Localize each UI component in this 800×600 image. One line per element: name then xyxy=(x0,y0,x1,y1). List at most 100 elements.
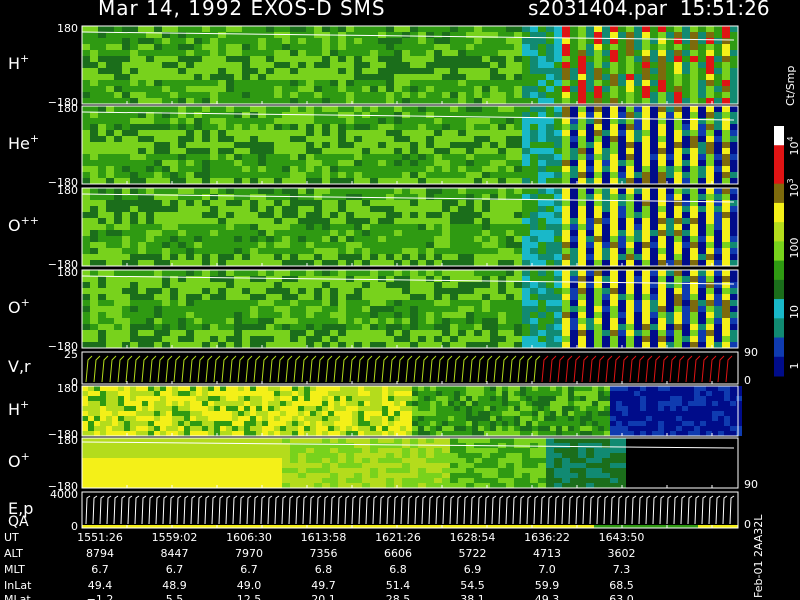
spectrogram-cell xyxy=(258,206,266,212)
spectrogram-cell xyxy=(412,396,418,401)
spectrogram-cell xyxy=(410,254,418,260)
spectrogram-cell xyxy=(434,288,442,294)
spectrogram-cell xyxy=(506,106,514,112)
spectrogram-cell xyxy=(274,172,282,178)
spectrogram-cell xyxy=(226,160,234,166)
spectrogram-cell xyxy=(674,98,682,104)
spectrogram-cell xyxy=(610,330,618,336)
spectrogram-cell xyxy=(402,276,410,282)
spectrogram-cell xyxy=(130,431,136,436)
spectrogram-cell xyxy=(410,136,418,142)
spectrogram-cell xyxy=(538,194,546,200)
spectrogram-cell xyxy=(330,312,338,318)
spectrogram-cell xyxy=(106,194,114,200)
spectrogram-cell xyxy=(546,92,554,98)
spectrogram-cell xyxy=(314,44,322,50)
spectrogram-cell xyxy=(674,62,682,68)
spectrogram-cell xyxy=(106,242,114,248)
spectrogram-cell xyxy=(358,391,364,396)
spectrogram-cell xyxy=(642,166,650,172)
spectrogram-cell xyxy=(282,172,290,178)
spectrogram-cell xyxy=(634,86,642,92)
spectrogram-cell xyxy=(388,411,394,416)
spectrogram-cell xyxy=(730,148,738,154)
spectrogram-cell xyxy=(522,294,530,300)
spectrogram-cell xyxy=(490,148,498,154)
spectrogram-cell xyxy=(162,154,170,160)
spectrogram-cell xyxy=(490,178,498,184)
spectrogram-cell xyxy=(314,56,322,62)
spectrogram-cell xyxy=(330,224,338,230)
spectrogram-cell xyxy=(338,62,346,68)
spectrogram-cell xyxy=(418,68,426,74)
spectrogram-cell xyxy=(730,318,738,324)
spectrogram-cell xyxy=(570,306,578,312)
spectrogram-cell xyxy=(130,242,138,248)
spectrogram-cell xyxy=(242,336,250,342)
spectrogram-cell xyxy=(650,212,658,218)
spectrogram-cell xyxy=(730,178,738,184)
spectrogram-cell xyxy=(482,270,490,276)
spectrogram-cell xyxy=(386,80,394,86)
spectrogram-cell xyxy=(220,421,226,426)
spectrogram-cell xyxy=(402,166,410,172)
spectrogram-cell xyxy=(658,154,666,160)
spectrogram-cell xyxy=(362,230,370,236)
spectrogram-cell xyxy=(242,38,250,44)
spectrogram-cell xyxy=(162,142,170,148)
spectrogram-cell xyxy=(346,142,354,148)
spectrogram-cell xyxy=(370,194,378,200)
spectrogram-cell xyxy=(146,312,154,318)
spectrogram-cell xyxy=(538,312,546,318)
spectrogram-cell xyxy=(266,74,274,80)
spectrogram-cell xyxy=(378,68,386,74)
spectrogram-cell xyxy=(618,318,626,324)
spectrogram-cell xyxy=(482,26,490,32)
spectrogram-cell xyxy=(714,74,722,80)
spectrogram-cell xyxy=(586,166,594,172)
spectrogram-cell xyxy=(346,401,352,406)
spectrogram-cell xyxy=(306,92,314,98)
spectrogram-cell xyxy=(130,324,138,330)
spectrogram-cell xyxy=(626,300,634,306)
spectrogram-cell xyxy=(234,130,242,136)
spectrogram-cell xyxy=(82,50,90,56)
spectrogram-cell xyxy=(186,318,194,324)
spectrogram-cell xyxy=(106,142,114,148)
spectrogram-cell xyxy=(362,130,370,136)
spectrogram-cell xyxy=(402,224,410,230)
spectrogram-cell xyxy=(722,306,730,312)
spectrogram-cell xyxy=(586,142,594,148)
spectrogram-cell xyxy=(138,230,146,236)
spectrogram-cell xyxy=(450,336,458,342)
spectrogram-cell xyxy=(154,166,162,172)
spectrogram-cell xyxy=(262,421,268,426)
spectrogram-cell xyxy=(418,74,426,80)
spectrogram-cell xyxy=(338,148,346,154)
spectrogram-cell xyxy=(186,74,194,80)
spectrogram-cell xyxy=(418,206,426,212)
spectrogram-cell xyxy=(316,411,322,416)
spectrogram-cell xyxy=(610,306,618,312)
spectrogram-cell xyxy=(400,421,406,426)
spectrogram-cell xyxy=(450,242,458,248)
spectrogram-cell xyxy=(218,206,226,212)
spectrogram-cell xyxy=(88,416,94,421)
spectrogram-cell xyxy=(562,212,570,218)
spectrogram-cell xyxy=(226,312,234,318)
spectrogram-cell xyxy=(698,336,706,342)
spectrogram-cell xyxy=(268,421,274,426)
spectrogram-cell xyxy=(410,276,418,282)
spectrogram-cell xyxy=(154,178,162,184)
spectrogram-cell xyxy=(418,194,426,200)
spectrogram-cell xyxy=(330,44,338,50)
spectrogram-cell xyxy=(218,318,226,324)
spectrogram-cell xyxy=(262,401,268,406)
spectrogram-cell xyxy=(362,38,370,44)
spectrogram-cell xyxy=(186,248,194,254)
spectrogram-cell xyxy=(202,172,210,178)
spectrogram-cell xyxy=(402,282,410,288)
spectrogram-cell xyxy=(178,282,186,288)
spectrogram-cell xyxy=(220,386,226,391)
spectrogram-cell xyxy=(458,56,466,62)
